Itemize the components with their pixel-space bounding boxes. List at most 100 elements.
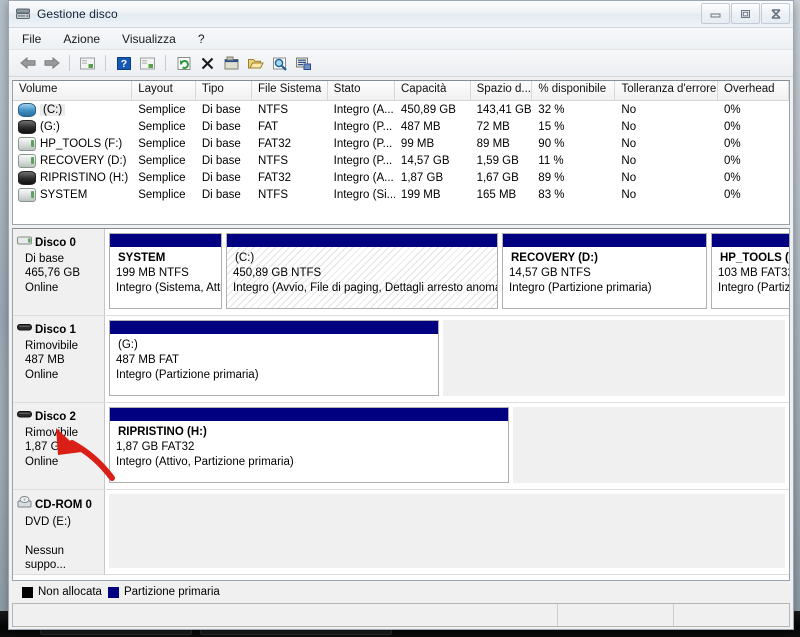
rescan-disks-icon[interactable] (269, 53, 290, 73)
column-header-layout[interactable]: Layout (132, 81, 196, 100)
partition-block[interactable]: RECOVERY (D:) 14,57 GB NTFS Integro (Parti… (502, 233, 707, 309)
column-header-tolleranza-d-errore[interactable]: Tolleranza d'errore (615, 81, 718, 100)
partition-size-fs: 1,87 GB FAT32 (116, 441, 195, 453)
disk-type: Rimovibile (25, 339, 79, 352)
properties-list-icon[interactable] (137, 53, 158, 73)
partition-details: HP_TOOLS (F:) 103 MB FAT32 Integro (Partiz… (712, 247, 789, 308)
disk-status: Online (25, 455, 59, 468)
menu-azione[interactable]: Azione (60, 31, 103, 47)
partition-block[interactable]: (C:) 450,89 GB NTFS Integro (Avvio, File d… (226, 233, 498, 309)
help-icon[interactable]: ? (113, 53, 134, 73)
cell-overhead: 0% (723, 137, 741, 150)
column-header-spazio-d[interactable]: Spazio d... (471, 81, 533, 100)
cell-tipo: Di base (201, 120, 241, 133)
partition-color-bar (503, 234, 706, 247)
legend-unallocated-label: Non allocata (38, 586, 102, 598)
disk-partitions (105, 490, 789, 574)
table-row[interactable]: RIPRISTINO (H:) Semplice Di base FAT32 Integ… (13, 169, 789, 186)
partition-color-bar (712, 234, 789, 247)
disk-row[interactable]: Disco 1 Rimovibile 487 MB Online (G:) 487 MB … (13, 316, 789, 403)
close-button[interactable] (761, 3, 790, 24)
partition-details: RIPRISTINO (H:) 1,87 GB FAT32 Integro (Att… (110, 421, 508, 482)
rem-dark-icon (18, 119, 36, 134)
partition-color-bar (110, 408, 508, 421)
disk-title: CD-ROM 0 (17, 496, 100, 514)
cell-tolleranza: No (621, 188, 637, 201)
delete-icon[interactable] (197, 53, 218, 73)
column-header-file-sistema[interactable]: File Sistema (252, 81, 328, 100)
partition-block[interactable]: RIPRISTINO (H:) 1,87 GB FAT32 Integro (Att… (109, 407, 509, 483)
partition-status: Integro (Sistema, Atti (116, 282, 221, 294)
volume-label: (G:) (40, 120, 60, 133)
cell-tipo: Di base (201, 188, 241, 201)
menu-help[interactable]: ? (195, 31, 208, 47)
column-header-overhead[interactable]: Overhead (718, 81, 789, 100)
cell-stato: Integro (A... (333, 103, 394, 116)
column-header-stato[interactable]: Stato (328, 81, 395, 100)
cell-tipo: Di base (201, 103, 241, 116)
disk-row[interactable]: Disco 0 Di base 465,76 GB Online SYSTEM 199 M… (13, 229, 789, 316)
partition-size-fs: 450,89 GB NTFS (233, 267, 322, 279)
partition-block[interactable]: (G:) 487 MB FAT Integro (Partizione primar… (109, 320, 439, 396)
disk-size: 487 MB (25, 354, 65, 366)
cell-layout: Semplice (138, 137, 186, 150)
column-header-volume[interactable]: Volume (13, 81, 133, 100)
column-header-capacit[interactable]: Capacità (395, 81, 471, 100)
properties-icon[interactable] (221, 53, 242, 73)
open-icon[interactable] (245, 53, 266, 73)
table-row[interactable]: HP_TOOLS (F:) Semplice Di base FAT32 Integro… (13, 135, 789, 152)
table-row[interactable]: (G:) Semplice Di base FAT Integro (P... 487 M… (13, 118, 789, 135)
cell-file-sistema: NTFS (257, 154, 288, 167)
disk-info-panel[interactable]: CD-ROM 0 DVD (E:) Nessun suppo... (13, 490, 105, 574)
volume-table-body: (C:) Semplice Di base NTFS Integro (A... 450,… (13, 101, 789, 224)
title-bar: Gestione disco (9, 1, 793, 28)
all-tasks-icon[interactable] (293, 53, 314, 73)
disk-info-panel[interactable]: Disco 0 Di base 465,76 GB Online (13, 229, 105, 315)
disk-row[interactable]: CD-ROM 0 DVD (E:) Nessun suppo... (13, 490, 789, 575)
table-row[interactable]: (C:) Semplice Di base NTFS Integro (A... 450,… (13, 101, 789, 118)
disk-info-panel[interactable]: Disco 2 Rimovibile 1,87 GB Online (13, 403, 105, 489)
disk-status: Online (25, 281, 59, 294)
partition-block[interactable]: HP_TOOLS (F:) 103 MB FAT32 Integro (Partiz… (711, 233, 789, 309)
disk-empty-area (109, 494, 785, 568)
cell-overhead: 0% (723, 103, 741, 116)
cell-percentuale: 32 % (538, 103, 565, 116)
volume-name-cell: RECOVERY (D:) (13, 153, 132, 168)
column-header-disponibile[interactable]: % disponibile (532, 81, 616, 100)
cell-stato: Integro (P... (333, 154, 393, 167)
cell-tolleranza: No (621, 154, 637, 167)
minimize-button[interactable] (701, 3, 730, 24)
cell-tipo: Di base (201, 171, 241, 184)
window-controls (701, 3, 790, 24)
refresh-icon[interactable] (173, 53, 194, 73)
status-pane-main (13, 604, 558, 626)
disk-info-panel[interactable]: Disco 1 Rimovibile 487 MB Online (13, 316, 105, 402)
disk-name: CD-ROM 0 (35, 498, 92, 511)
disk-row[interactable]: Disco 2 Rimovibile 1,87 GB Online RIPRISTINO… (13, 403, 789, 490)
partition-size-fs: 14,57 GB NTFS (509, 267, 591, 279)
disk-size: 465,76 GB (25, 267, 80, 279)
cell-capacita: 199 MB (400, 188, 441, 201)
partition-status: Integro (Partizione primaria) (509, 282, 652, 294)
table-row[interactable]: SYSTEM Semplice Di base NTFS Integro (Si... 1… (13, 186, 789, 203)
menu-visualizza[interactable]: Visualizza (119, 31, 179, 47)
forward-icon[interactable] (41, 53, 62, 73)
back-icon[interactable] (17, 53, 38, 73)
cell-capacita: 487 MB (400, 120, 441, 133)
show-hide-console-tree-icon[interactable] (77, 53, 98, 73)
partition-block[interactable]: SYSTEM 199 MB NTFS Integro (Sistema, Atti (109, 233, 222, 309)
volume-label: SYSTEM (40, 188, 88, 201)
disk-type: DVD (E:) (25, 515, 71, 528)
column-header-tipo[interactable]: Tipo (196, 81, 253, 100)
partition-status: Integro (Attivo, Partizione primaria) (116, 456, 294, 468)
table-row[interactable]: RECOVERY (D:) Semplice Di base NTFS Integro … (13, 152, 789, 169)
volume-list-pane: Volume Layout Tipo File Sistema Stato Capacit… (12, 80, 790, 225)
restore-button[interactable] (731, 3, 760, 24)
volume-name-cell: (C:) (13, 102, 132, 117)
cell-spazio: 1,67 GB (476, 171, 519, 184)
cell-tipo: Di base (201, 137, 241, 150)
cell-layout: Semplice (138, 103, 186, 116)
menu-file[interactable]: File (19, 31, 44, 47)
legend-unallocated-swatch (22, 586, 33, 598)
cell-tipo: Di base (201, 154, 241, 167)
